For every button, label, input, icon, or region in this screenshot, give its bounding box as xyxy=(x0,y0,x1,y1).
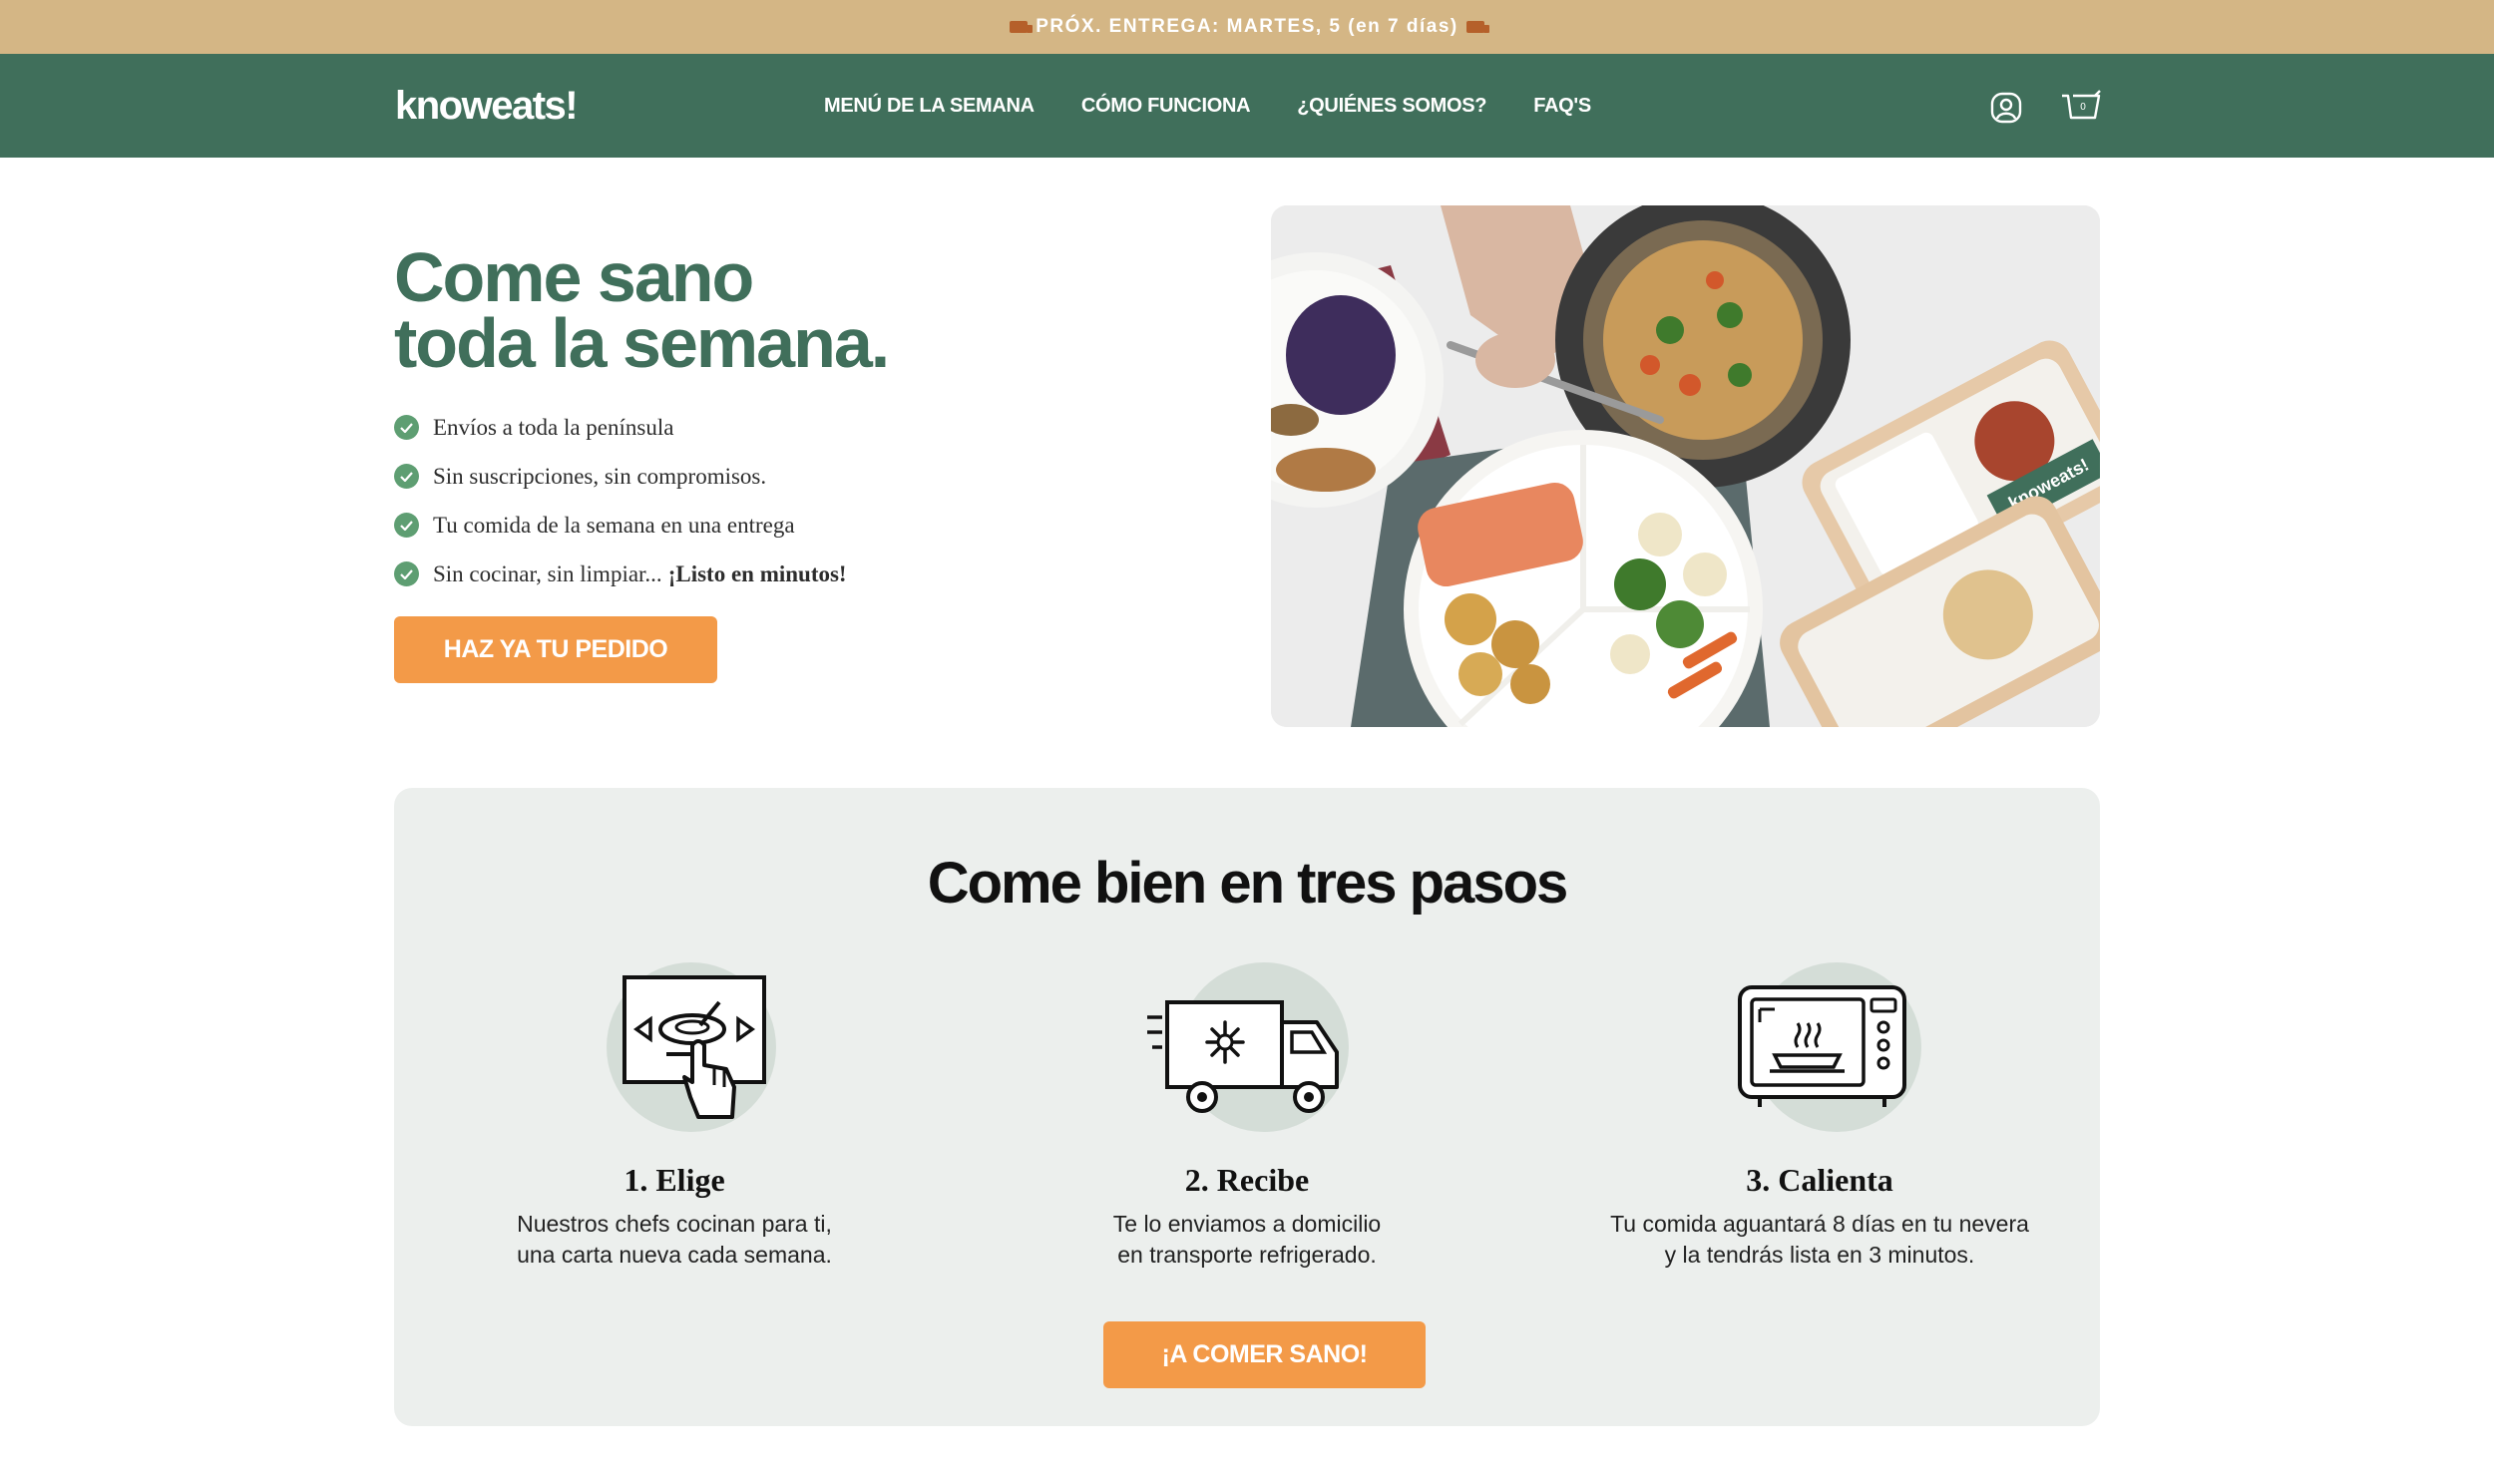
feature-item: Envíos a toda la península xyxy=(394,403,847,452)
nav-link-menu[interactable]: MENÚ DE LA SEMANA xyxy=(824,95,1035,118)
delivery-truck-icon xyxy=(1010,21,1034,33)
hero-title: Come sano toda la semana. xyxy=(394,242,890,378)
hero-title-line2: toda la semana. xyxy=(394,304,890,382)
eat-healthy-button[interactable]: ¡A COMER SANO! xyxy=(1103,1321,1426,1388)
check-icon xyxy=(394,513,419,538)
feature-item: Sin cocinar, sin limpiar... ¡Listo en mi… xyxy=(394,550,847,598)
check-icon xyxy=(394,415,419,440)
feature-item: Tu comida de la semana en una entrega xyxy=(394,501,847,550)
step-description: Nuestros chefs cocinan para ti, una cart… xyxy=(517,1211,832,1268)
announcement-text: PRÓX. ENTREGA: MARTES, 5 (en 7 días) xyxy=(1036,16,1458,37)
step-description: Tu comida aguantará 8 días en tu nevera … xyxy=(1610,1211,2029,1268)
user-account-icon[interactable] xyxy=(1986,88,2026,128)
cart-count: 0 xyxy=(2080,102,2086,113)
step-title: 3. Calienta xyxy=(1746,1162,1893,1198)
feature-highlight: ¡Listo en minutos! xyxy=(667,560,847,586)
feature-item: Sin suscripciones, sin compromisos. xyxy=(394,452,847,501)
nav-links: MENÚ DE LA SEMANA CÓMO FUNCIONA ¿QUIÉNES… xyxy=(824,54,1591,158)
order-now-button[interactable]: HAZ YA TU PEDIDO xyxy=(394,616,717,683)
check-icon xyxy=(394,464,419,489)
step-choose: 1. Elige Nuestros chefs cocinan para ti,… xyxy=(425,957,924,1271)
logo[interactable]: knoweats! xyxy=(395,84,579,129)
step-receive: 2. Recibe Te lo enviamos a domicilio en … xyxy=(998,957,1496,1271)
steps-title: Come bien en tres pasos xyxy=(927,851,1569,916)
nav-link-how-it-works[interactable]: CÓMO FUNCIONA xyxy=(1081,95,1251,118)
step-heat: 3. Calienta Tu comida aguantará 8 días e… xyxy=(1570,957,2069,1271)
hero-food-image: knoweats! xyxy=(1271,205,2100,727)
microwave-icon xyxy=(1720,957,1921,1132)
announcement-bar: PRÓX. ENTREGA: MARTES, 5 (en 7 días) xyxy=(0,0,2494,54)
feature-list: Envíos a toda la península Sin suscripci… xyxy=(394,403,847,598)
delivery-truck-icon xyxy=(1465,21,1489,33)
menu-select-hand-icon xyxy=(575,957,776,1132)
step-description: Te lo enviamos a domicilio en transporte… xyxy=(1112,1211,1382,1268)
step-title: 2. Recibe xyxy=(1184,1162,1310,1198)
nav-link-faqs[interactable]: FAQ'S xyxy=(1533,95,1591,118)
shopping-cart-icon[interactable]: 0 xyxy=(2059,88,2103,128)
check-icon xyxy=(394,561,419,586)
refrigerated-truck-icon xyxy=(1147,957,1349,1132)
step-title: 1. Elige xyxy=(624,1162,725,1198)
nav-link-about-us[interactable]: ¿QUIÉNES SOMOS? xyxy=(1297,95,1486,118)
main-navbar: knoweats! MENÚ DE LA SEMANA CÓMO FUNCION… xyxy=(0,54,2494,158)
